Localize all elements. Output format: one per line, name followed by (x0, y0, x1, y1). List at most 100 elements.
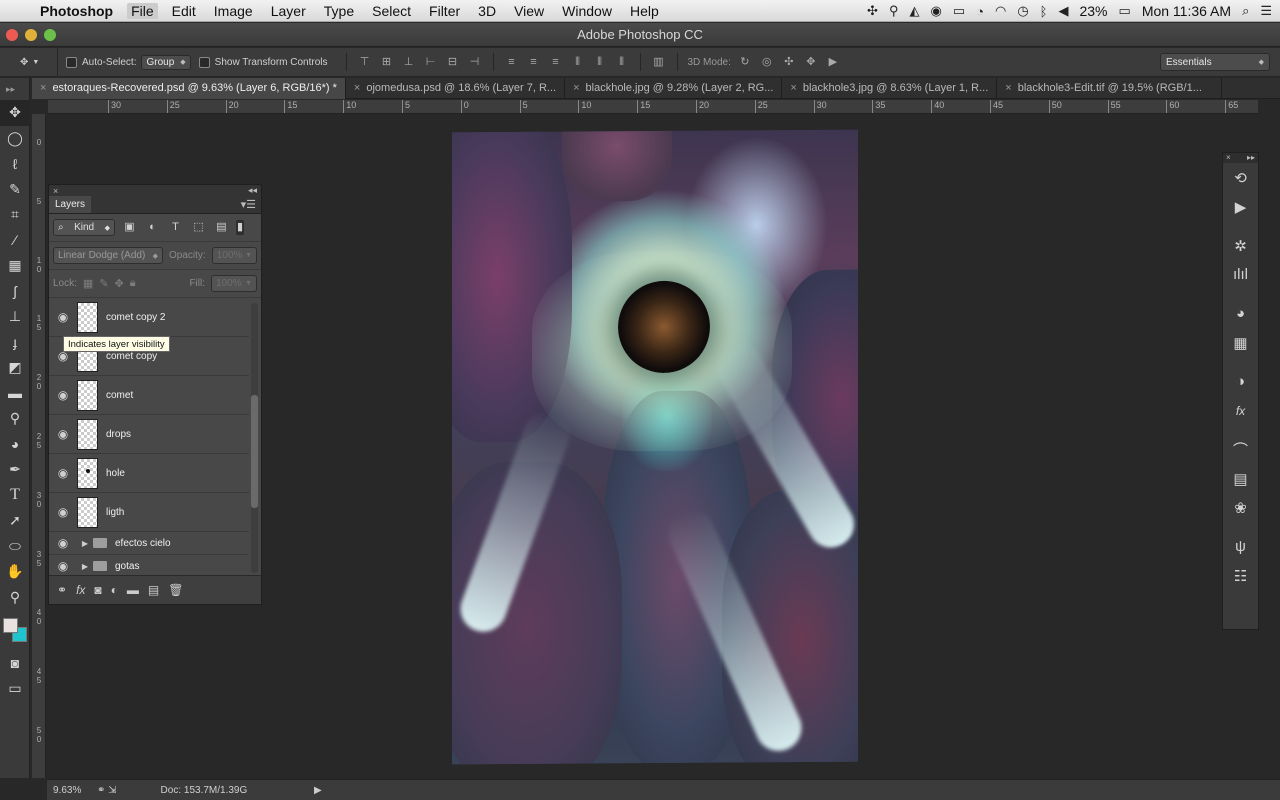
menu-type[interactable]: Type (324, 3, 354, 19)
pen-tool[interactable]: ✒ (0, 457, 30, 483)
doc-tab[interactable]: × blackhole.jpg @ 9.28% (Layer 2, RG... (565, 78, 783, 99)
export-icon[interactable]: ⚭ ⇲ (97, 785, 117, 796)
align-top-icon[interactable]: ⊤ (357, 55, 373, 69)
layer-row[interactable]: ◉ comet (49, 376, 249, 415)
volume-icon[interactable]: ◀ (1058, 3, 1068, 19)
close-tab-icon[interactable]: × (790, 78, 796, 99)
layer-row[interactable]: ◉ drops (49, 415, 249, 454)
minimize-window-button[interactable] (25, 29, 37, 41)
3d-rotate-icon[interactable]: ↻ (737, 55, 753, 69)
panel-menu-icon[interactable]: ▾☰ (241, 198, 256, 211)
distribute-right-icon[interactable]: ⫴ (614, 55, 630, 69)
swatches-panel-button[interactable]: ▦ (1223, 328, 1258, 357)
layer-group-row[interactable]: ◉ ▶ gotas (49, 555, 249, 576)
adjustment-layer-icon[interactable]: ◐ (111, 583, 118, 597)
workspace-dropdown[interactable]: Essentials ◆ (1160, 53, 1270, 71)
shape-tool[interactable]: ⬭ (0, 534, 30, 560)
menu-layer[interactable]: Layer (271, 3, 306, 19)
collapse-panel-icon[interactable]: ◂◂ (248, 185, 257, 196)
new-layer-icon[interactable]: ▤ (148, 583, 159, 597)
fx-icon[interactable]: fx (76, 583, 85, 597)
align-bottom-icon[interactable]: ⊥ (401, 55, 417, 69)
layer-row[interactable]: ◉ ligth (49, 493, 249, 532)
3d-pan-icon[interactable]: ✣ (781, 55, 797, 69)
close-tab-icon[interactable]: × (1005, 78, 1011, 99)
close-dock-icon[interactable]: × (1226, 153, 1231, 163)
layer-group-row[interactable]: ◉ ▶ efectos cielo (49, 532, 249, 555)
clone-stamp-tool[interactable]: ⊥ (0, 304, 30, 330)
menu-3d[interactable]: 3D (478, 3, 496, 19)
eye-icon[interactable]: ◉ (49, 505, 77, 519)
adobe-icon[interactable]: ◭ (909, 3, 919, 19)
color-panel-button[interactable]: ◕ (1223, 299, 1258, 328)
menu-window[interactable]: Window (562, 3, 612, 19)
menu-edit[interactable]: Edit (172, 3, 196, 19)
hand-tool[interactable]: ✋ (0, 559, 30, 585)
brush-presets-button[interactable]: ψ (1223, 532, 1258, 561)
sync-icon[interactable]: ◉ (930, 3, 941, 19)
distribute-top-icon[interactable]: ≡ (504, 55, 520, 69)
3d-roll-icon[interactable]: ◎ (759, 55, 775, 69)
link-layers-icon[interactable]: ⚭ (57, 583, 67, 597)
distribute-left-icon[interactable]: ⫴ (570, 55, 586, 69)
menu-view[interactable]: View (514, 3, 544, 19)
lock-position-icon[interactable]: ✥ (115, 277, 124, 290)
dodge-tool[interactable]: ◕ (0, 432, 30, 458)
zoom-level[interactable]: 9.63% (47, 785, 97, 796)
filter-smart-object-icon[interactable]: ▤ (213, 220, 230, 235)
adjustments-panel-button[interactable]: ◑ (1223, 367, 1258, 396)
history-brush-tool[interactable]: ɟ (0, 330, 30, 356)
filter-toggle[interactable]: ▮ (236, 220, 244, 235)
auto-select-checkbox[interactable] (66, 56, 77, 68)
distribute-hcenter-icon[interactable]: ⫴ (592, 55, 608, 69)
add-mask-icon[interactable]: ◙ (94, 583, 101, 597)
eye-icon[interactable]: ◉ (49, 559, 77, 573)
menu-image[interactable]: Image (214, 3, 253, 19)
close-tab-icon[interactable]: × (40, 78, 46, 99)
actions-panel-button[interactable]: ▶ (1223, 192, 1258, 221)
battery-icon[interactable]: ▭ (1119, 3, 1131, 19)
filter-type-icon[interactable]: T (167, 220, 184, 235)
eye-icon[interactable]: ◉ (49, 427, 77, 441)
delete-layer-icon[interactable]: 🗑︎ (168, 583, 183, 597)
align-hcenter-icon[interactable]: ⊟ (445, 55, 461, 69)
doc-tab[interactable]: × blackhole3-Edit.tif @ 19.5% (RGB/1... (997, 78, 1223, 99)
3d-slide-icon[interactable]: ✥ (803, 55, 819, 69)
tab-layers[interactable]: Layers (49, 196, 92, 213)
blend-mode-dropdown[interactable]: Linear Dodge (Add) ◆ (53, 247, 164, 264)
styles-panel-button[interactable]: fx (1223, 396, 1258, 425)
distribute-bottom-icon[interactable]: ≡ (548, 55, 564, 69)
expand-triangle-icon[interactable]: ▶ (77, 562, 93, 571)
menu-help[interactable]: Help (630, 3, 659, 19)
transform-controls-checkbox[interactable] (198, 56, 210, 68)
close-window-button[interactable] (6, 29, 18, 41)
notification-center-icon[interactable]: ☰ (1260, 3, 1272, 19)
spot-heal-tool[interactable]: ▦ (0, 253, 30, 279)
doc-tab[interactable]: × estoraques-Recovered.psd @ 9.63% (Layer… (32, 78, 346, 99)
eyedropper-tool[interactable]: ⁄ (0, 228, 30, 254)
eye-icon[interactable]: ◉ (49, 310, 77, 324)
doc-tab[interactable]: × blackhole3.jpg @ 8.63% (Layer 1, R... (782, 78, 998, 99)
battery-percent[interactable]: 23% (1079, 3, 1107, 19)
display-icon[interactable]: ▭ (953, 3, 965, 19)
filter-shape-icon[interactable]: ⬚ (190, 220, 207, 235)
tool-preset-picker[interactable]: ✥ ▼ (0, 47, 58, 77)
type-tool[interactable]: T (0, 483, 30, 509)
menu-filter[interactable]: Filter (429, 3, 460, 19)
quick-mask-button[interactable]: ◙ (0, 650, 30, 676)
expand-dock-icon[interactable]: ▸▸ (1247, 153, 1255, 163)
vertical-ruler[interactable]: 051015202530354045505 (32, 114, 46, 778)
navigator-panel-button[interactable]: ✲ (1223, 231, 1258, 260)
screen-mode-button[interactable]: ▭ (0, 676, 30, 702)
color-channels-button[interactable]: ❀ (1223, 493, 1258, 522)
eraser-tool[interactable]: ◩ (0, 355, 30, 381)
marquee-tool[interactable]: ◯ (0, 126, 30, 152)
eye-icon[interactable]: ◉ (49, 536, 77, 550)
new-group-icon[interactable]: ▬ (127, 583, 139, 597)
auto-align-icon[interactable]: ▥ (651, 55, 667, 69)
align-left-icon[interactable]: ⊢ (423, 55, 439, 69)
lock-image-icon[interactable]: ✎ (99, 277, 108, 290)
wifi-icon[interactable]: ◠ (995, 3, 1006, 19)
eye-icon[interactable]: ◉ (49, 466, 77, 480)
close-tab-icon[interactable]: × (354, 78, 360, 99)
